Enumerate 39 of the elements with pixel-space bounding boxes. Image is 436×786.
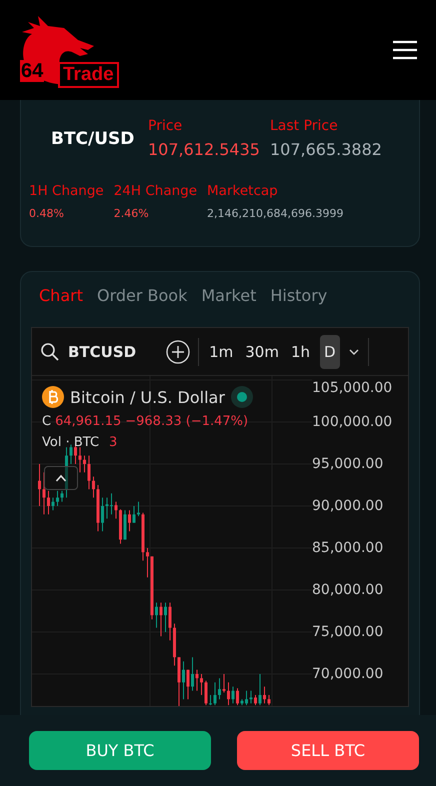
- symbol-field[interactable]: BTCUSD: [68, 342, 136, 360]
- close-value: 64,961.15: [55, 414, 122, 429]
- price-label: Price: [148, 118, 184, 134]
- tab[interactable]: Order Book: [96, 286, 188, 305]
- logo-name: Trade: [58, 62, 119, 88]
- axis-label: 90,000.00: [312, 496, 384, 516]
- axis-label: 95,000.00: [312, 454, 384, 474]
- interval-button[interactable]: 1m: [207, 334, 236, 368]
- axis-label: 100,000.00: [312, 412, 392, 432]
- logo-number: 64: [20, 60, 44, 82]
- stat-label: Marketcap: [207, 183, 279, 199]
- axis-label: 105,000.00: [312, 379, 392, 398]
- symbol-title: Bitcoin / U.S. Dollar: [70, 388, 225, 406]
- interval-button[interactable]: 1h: [288, 334, 312, 368]
- volume-value: 3: [109, 435, 118, 450]
- price-value: 107,665.3882: [270, 140, 382, 159]
- stat-label: 1H Change: [29, 183, 104, 199]
- axis-label: 75,000.00: [312, 622, 384, 642]
- buy-button[interactable]: BUY BTC: [29, 731, 211, 770]
- tab[interactable]: Chart: [39, 286, 83, 305]
- stat-value: 2,146,210,684,696.3999: [207, 207, 344, 220]
- price-value: 107,612.5435: [148, 140, 260, 159]
- interval-button[interactable]: 30m: [243, 334, 281, 368]
- interval-button[interactable]: D: [320, 334, 340, 368]
- stat-value: 0.48%: [29, 207, 65, 220]
- axis-label: 85,000.00: [312, 538, 384, 558]
- close-label: C: [42, 414, 52, 429]
- pair-name: BTC/USD: [51, 128, 136, 148]
- price-label: Last Price: [270, 118, 339, 134]
- tab[interactable]: History: [270, 286, 328, 305]
- axis-label: 70,000.00: [312, 664, 384, 684]
- axis-label: 80,000.00: [312, 580, 384, 600]
- stat-label: 24H Change: [114, 183, 198, 199]
- stat-value: 2.46%: [114, 207, 150, 220]
- tab[interactable]: Market: [201, 286, 256, 305]
- logo[interactable]: 64 Trade: [18, 14, 128, 86]
- sell-button[interactable]: SELL BTC: [237, 731, 419, 770]
- change-value: −968.33 (−1.47%): [125, 414, 248, 429]
- volume-label: Vol · BTC: [42, 435, 100, 450]
